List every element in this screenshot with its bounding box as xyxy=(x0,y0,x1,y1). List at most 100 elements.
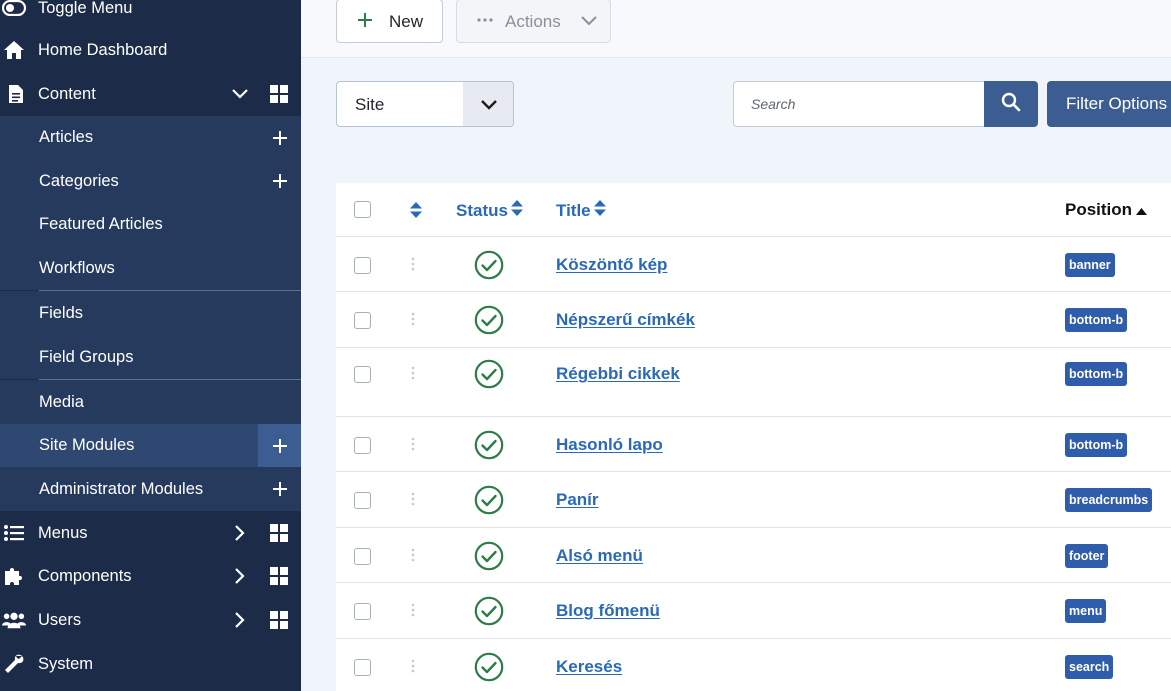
row-checkbox[interactable] xyxy=(354,659,371,676)
table-header: Status Title Position xyxy=(336,183,1171,237)
sidebar-item-site-modules[interactable]: Site Modules xyxy=(0,424,301,467)
sidebar-item-workflows[interactable]: Workflows xyxy=(0,246,301,290)
status-column-header[interactable]: Status xyxy=(456,200,523,221)
sidebar-item-label: Categories xyxy=(39,171,119,190)
table-row: Hasonló lapo bottom-b xyxy=(336,417,1171,472)
published-status-icon[interactable] xyxy=(474,305,504,335)
sidebar-item-administrator-modules[interactable]: Administrator Modules xyxy=(0,467,301,511)
module-title-link[interactable]: Régebbi cikkek xyxy=(556,364,680,384)
chevron-right-icon[interactable] xyxy=(228,608,252,632)
drag-handle-icon[interactable] xyxy=(411,257,415,276)
sidebar-item-label: Articles xyxy=(39,128,94,146)
drag-handle-icon[interactable] xyxy=(411,659,415,678)
dashboard-grid-icon[interactable] xyxy=(268,83,290,105)
dashboard-grid-icon[interactable] xyxy=(268,522,290,544)
sidebar-item-fields[interactable]: Fields xyxy=(0,291,301,335)
home-icon xyxy=(2,38,26,62)
dashboard-grid-icon[interactable] xyxy=(268,565,290,587)
row-checkbox[interactable] xyxy=(354,603,371,620)
chevron-right-icon[interactable] xyxy=(228,521,252,545)
sidebar-item-label: Media xyxy=(39,392,84,411)
row-checkbox[interactable] xyxy=(354,492,371,509)
published-status-icon[interactable] xyxy=(474,485,504,515)
drag-handle-icon[interactable] xyxy=(411,492,415,511)
drag-handle-icon[interactable] xyxy=(411,548,415,567)
sidebar-item-label: Users xyxy=(38,610,82,629)
sidebar-item-categories[interactable]: Categories xyxy=(0,159,301,203)
actions-button[interactable]: Actions xyxy=(456,0,611,43)
table-row: Népszerű címkék bottom-b xyxy=(336,292,1171,348)
search-button[interactable] xyxy=(984,81,1038,127)
add-category-icon[interactable] xyxy=(258,160,301,203)
wrench-icon xyxy=(2,652,26,676)
ordering-sort-icon[interactable] xyxy=(410,202,422,218)
module-title-link[interactable]: Panír xyxy=(556,490,599,510)
sidebar-item-field-groups[interactable]: Field Groups xyxy=(0,335,301,379)
chevron-down-icon[interactable] xyxy=(228,82,252,106)
search-icon xyxy=(1001,92,1021,117)
sidebar-item-content[interactable]: Content xyxy=(0,72,301,116)
client-select[interactable]: Site xyxy=(336,81,514,127)
add-admin-module-icon[interactable] xyxy=(258,468,301,511)
modules-table: Status Title Position Köszöntő kép banner… xyxy=(336,183,1171,691)
published-status-icon[interactable] xyxy=(474,596,504,626)
search-input[interactable] xyxy=(733,81,985,127)
sidebar-item-featured-articles[interactable]: Featured Articles xyxy=(0,203,301,246)
filter-options-button[interactable]: Filter Options xyxy=(1047,81,1171,127)
row-checkbox[interactable] xyxy=(354,312,371,329)
sidebar-item-users[interactable]: Users xyxy=(0,598,301,642)
add-site-module-icon[interactable] xyxy=(258,424,301,467)
toggle-icon xyxy=(2,0,26,20)
sidebar-item-label: Site Modules xyxy=(39,436,135,454)
drag-handle-icon[interactable] xyxy=(411,312,415,331)
position-badge: bottom-b xyxy=(1065,362,1128,386)
sidebar-item-system[interactable]: System xyxy=(0,642,301,686)
sort-icon xyxy=(510,200,523,221)
drag-handle-icon[interactable] xyxy=(411,437,415,456)
row-checkbox[interactable] xyxy=(354,437,371,454)
published-status-icon[interactable] xyxy=(474,541,504,571)
status-header-label: Status xyxy=(456,200,508,220)
position-column-header[interactable]: Position xyxy=(1065,200,1148,220)
published-status-icon[interactable] xyxy=(474,359,504,389)
module-title-link[interactable]: Hasonló lapo xyxy=(556,435,663,455)
module-title-link[interactable]: Köszöntő kép xyxy=(556,255,667,275)
table-row: Blog főmenü menu xyxy=(336,583,1171,639)
module-title-link[interactable]: Alsó menü xyxy=(556,546,643,566)
module-title-link[interactable]: Keresés xyxy=(556,657,622,677)
published-status-icon[interactable] xyxy=(474,250,504,280)
client-select-value: Site xyxy=(355,95,385,114)
position-badge: menu xyxy=(1065,599,1107,623)
new-button[interactable]: New xyxy=(336,0,443,43)
sidebar-item-menus[interactable]: Menus xyxy=(0,511,301,555)
sidebar-item-articles[interactable]: Articles xyxy=(0,116,301,159)
title-column-header[interactable]: Title xyxy=(556,200,606,221)
sidebar-item-home[interactable]: Home Dashboard xyxy=(0,28,301,72)
sidebar-item-label: Menus xyxy=(38,523,88,542)
module-title-link[interactable]: Népszerű címkék xyxy=(556,310,695,330)
chevron-right-icon[interactable] xyxy=(228,564,252,588)
published-status-icon[interactable] xyxy=(474,652,504,682)
table-row: Köszöntő kép banner xyxy=(336,237,1171,292)
drag-handle-icon[interactable] xyxy=(411,603,415,622)
position-badge: bottom-b xyxy=(1065,433,1128,457)
row-checkbox[interactable] xyxy=(354,548,371,565)
position-badge: breadcrumbs xyxy=(1065,488,1153,512)
sidebar-item-components[interactable]: Components xyxy=(0,554,301,598)
toggle-menu-item[interactable]: Toggle Menu xyxy=(0,0,301,30)
position-badge: banner xyxy=(1065,253,1115,277)
sidebar-item-label: Administrator Modules xyxy=(39,479,204,498)
add-article-icon[interactable] xyxy=(258,116,301,159)
row-checkbox[interactable] xyxy=(354,257,371,274)
chevron-down-icon xyxy=(463,82,513,126)
row-checkbox[interactable] xyxy=(354,366,371,383)
list-icon xyxy=(2,521,26,545)
plus-icon xyxy=(357,12,373,33)
module-title-link[interactable]: Blog főmenü xyxy=(556,601,660,621)
sidebar-item-media[interactable]: Media xyxy=(0,380,301,424)
sidebar-item-label: Workflows xyxy=(39,258,115,277)
drag-handle-icon[interactable] xyxy=(411,366,415,385)
published-status-icon[interactable] xyxy=(474,430,504,460)
select-all-checkbox[interactable] xyxy=(354,201,371,218)
dashboard-grid-icon[interactable] xyxy=(268,609,290,631)
